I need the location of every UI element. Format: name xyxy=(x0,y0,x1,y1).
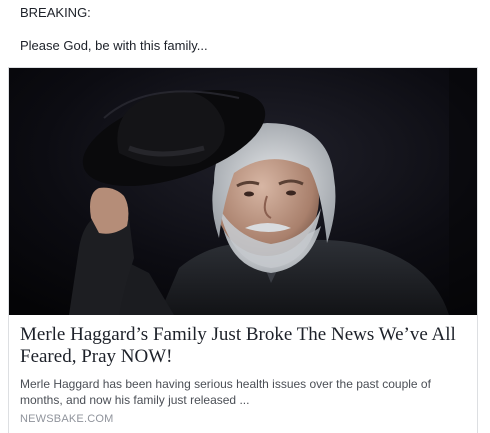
man-tipping-hat-photo xyxy=(9,68,477,315)
post-message-line-breaking: BREAKING: xyxy=(20,5,91,20)
link-headline[interactable]: Merle Haggard’s Family Just Broke The Ne… xyxy=(20,324,470,368)
facebook-post: BREAKING: Please God, be with this famil… xyxy=(0,0,490,433)
link-description: Merle Haggard has been having serious he… xyxy=(20,377,431,407)
post-message-line-prayer: Please God, be with this family... xyxy=(20,38,208,53)
link-preview-text[interactable]: Merle Haggard’s Family Just Broke The Ne… xyxy=(9,315,477,433)
post-message: BREAKING: Please God, be with this famil… xyxy=(20,5,480,54)
link-preview-card[interactable]: Merle Haggard’s Family Just Broke The Ne… xyxy=(8,67,478,433)
link-source-domain: NEWSBAKE.COM xyxy=(20,413,114,425)
link-preview-image[interactable] xyxy=(9,68,477,315)
